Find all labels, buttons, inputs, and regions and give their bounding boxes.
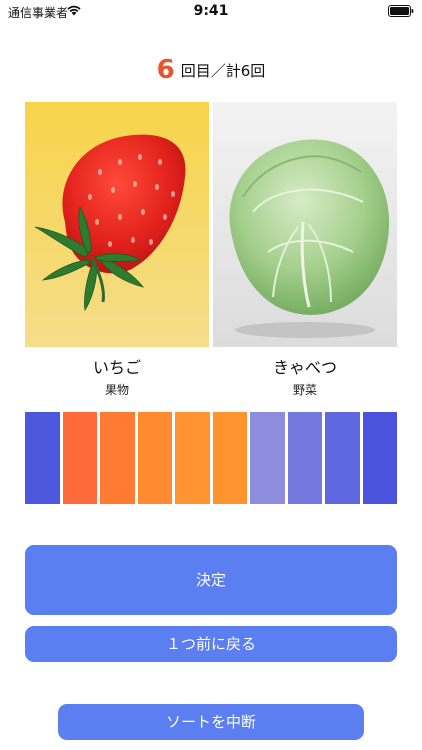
decide-button[interactable]: 決定 <box>25 545 397 615</box>
item-name: いちご <box>92 358 141 377</box>
color-bar <box>100 412 135 504</box>
item-name: きゃべつ <box>272 358 337 377</box>
strawberry-image[interactable] <box>25 102 209 347</box>
item-category: 野菜 <box>292 383 317 397</box>
color-bar <box>287 412 322 504</box>
color-bar <box>175 412 210 504</box>
color-bar <box>137 412 172 504</box>
color-bar <box>25 412 60 504</box>
item-category: 果物 <box>104 383 129 397</box>
round-total-label: 回目／計6回 <box>180 62 266 80</box>
color-bar <box>325 412 360 504</box>
current-round: 6 <box>156 55 175 85</box>
back-button[interactable]: １つ前に戻る <box>25 626 397 662</box>
clock: 9:41 <box>193 3 229 19</box>
item-choice-left[interactable]: いちご 果物 <box>25 102 209 398</box>
progress-color-bars <box>25 412 397 504</box>
battery-icon <box>388 5 414 17</box>
color-bar <box>250 412 285 504</box>
color-bar <box>362 412 397 504</box>
round-counter: 6 回目／計6回 <box>0 55 422 85</box>
cabbage-image[interactable] <box>213 102 397 347</box>
status-bar: 通信事業者 9:41 <box>0 0 422 22</box>
color-bar <box>62 412 97 504</box>
color-bar <box>212 412 247 504</box>
stop-sort-button[interactable]: ソートを中断 <box>58 704 364 740</box>
item-choice-right[interactable]: きゃべつ 野菜 <box>213 102 397 398</box>
